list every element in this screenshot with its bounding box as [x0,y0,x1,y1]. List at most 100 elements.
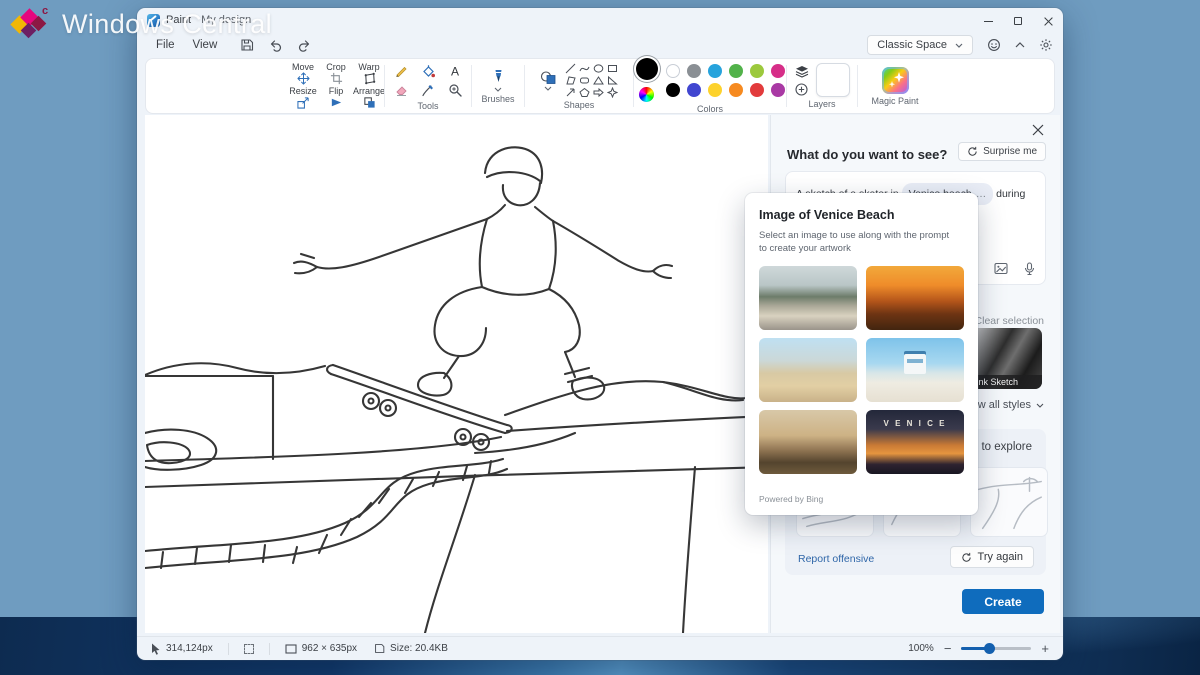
resize-tool[interactable]: Resize [288,86,318,110]
shape-right-triangle[interactable] [606,74,619,86]
shape-rectangle[interactable] [606,62,619,74]
color-swatch-white[interactable] [666,64,680,78]
maximize-button[interactable] [1003,8,1033,34]
shapes-group-label: Shapes [564,100,595,110]
chevron-up-icon [1015,42,1025,48]
zoom-level: 100% [908,643,934,654]
file-menu[interactable]: File [147,37,184,53]
surprise-me-button[interactable]: Surprise me [958,142,1046,161]
try-again-button[interactable]: Try again [950,546,1034,568]
minimize-icon [984,21,993,22]
venice-photo-6[interactable]: V E N I C E [866,410,964,474]
color-swatch-black[interactable] [666,83,680,97]
shape-rounded-rectangle[interactable] [578,74,591,86]
magnifier-tool[interactable] [443,81,467,99]
crop-icon [330,72,343,85]
venice-photo-2[interactable] [866,266,964,330]
lifeguard-tower-graphic [904,354,926,374]
brushes-group[interactable]: Brushes [472,59,524,113]
flip-tool[interactable]: Flip [321,86,351,110]
zoom-in-button[interactable]: + [1041,641,1049,656]
colors-group: Colors [634,59,786,113]
layer-thumbnail[interactable] [816,63,850,97]
edit-colors-wheel[interactable] [639,87,654,102]
color-swatch-indigo[interactable] [687,83,701,97]
color-swatch-orange[interactable] [729,83,743,97]
arrange-tool[interactable]: Arrange [354,86,384,110]
resize-icon [297,96,310,109]
move-tool[interactable]: Move [288,62,318,86]
save-button[interactable] [240,38,254,52]
color-swatch-yellow[interactable] [708,83,722,97]
shape-line[interactable] [564,62,577,74]
voice-input-button[interactable] [1024,262,1035,276]
shapes-tool-button[interactable] [540,70,557,91]
feedback-button[interactable] [987,38,1001,52]
shape-pentagon[interactable] [578,86,591,98]
current-color-swatch[interactable] [636,58,658,80]
close-button[interactable] [1033,8,1063,34]
shape-quad[interactable] [564,74,577,86]
window-controls [973,8,1063,34]
warp-tool[interactable]: Warp [354,62,384,86]
venice-photo-4[interactable] [866,338,964,402]
add-media-button[interactable] [994,262,1008,276]
style-preset-dropdown[interactable]: Classic Space [867,35,973,55]
layers-icon[interactable] [795,65,809,78]
drawing-canvas[interactable] [145,115,768,633]
color-swatch-red[interactable] [750,83,764,97]
desktop: { "wallpaper": { "brand": "Windows Centr… [0,0,1200,675]
color-swatch-green[interactable] [729,64,743,78]
color-swatch-blue[interactable] [708,64,722,78]
panel-close-button[interactable] [1032,124,1046,138]
shape-triangle[interactable] [592,74,605,86]
redo-button[interactable] [297,38,312,52]
fill-bucket-icon [421,64,435,78]
color-picker-tool[interactable] [416,81,440,99]
popup-title: Image of Venice Beach [759,208,964,222]
eyedropper-icon [421,83,435,97]
magic-paint-group[interactable]: Magic Paint [858,59,932,113]
settings-button[interactable] [1039,38,1053,52]
crop-tool[interactable]: Crop [321,62,351,86]
magic-paint-icon [882,67,909,94]
zoom-slider-thumb[interactable] [984,643,995,654]
fill-tool[interactable] [416,62,440,80]
shape-curve[interactable] [578,62,591,74]
document-title: My design [201,14,251,26]
create-button[interactable]: Create [962,589,1044,614]
shape-star[interactable] [606,86,619,98]
powered-by-bing: Powered by Bing [759,494,823,504]
title-bar[interactable]: Paint My design [137,8,1063,32]
windows-central-logo: c [12,7,52,41]
color-swatch-lime[interactable] [750,64,764,78]
feedback-icon [987,38,1001,52]
collapse-ribbon-button[interactable] [1015,42,1025,48]
clear-selection-link[interactable]: Clear selection [975,315,1044,327]
result-thumb-3[interactable] [970,467,1048,537]
shape-ellipse[interactable] [592,62,605,74]
pencil-tool[interactable] [389,62,413,80]
zoom-slider[interactable] [961,647,1031,650]
venice-photo-1[interactable] [759,266,857,330]
text-tool[interactable]: A [443,62,467,80]
undo-button[interactable] [268,38,283,52]
color-swatch-gray[interactable] [687,64,701,78]
minimize-button[interactable] [973,8,1003,34]
view-menu[interactable]: View [184,37,227,53]
color-swatch-purple[interactable] [771,83,785,97]
venice-photo-3[interactable] [759,338,857,402]
venice-photo-5[interactable] [759,410,857,474]
report-offensive-link[interactable]: Report offensive [798,553,874,565]
move-icon [297,72,310,85]
color-swatch-pink[interactable] [771,64,785,78]
eraser-tool[interactable] [389,81,413,99]
shape-block-arrow[interactable] [592,86,605,98]
shape-arrow[interactable] [564,86,577,98]
gear-icon [1039,38,1053,52]
zoom-out-button[interactable]: − [944,641,952,656]
chevron-down-icon [494,87,502,92]
style-thumb-ink-sketch[interactable]: Ink Sketch [971,328,1042,389]
add-layer-icon[interactable] [795,83,808,96]
tools-group-label: Tools [417,101,438,111]
